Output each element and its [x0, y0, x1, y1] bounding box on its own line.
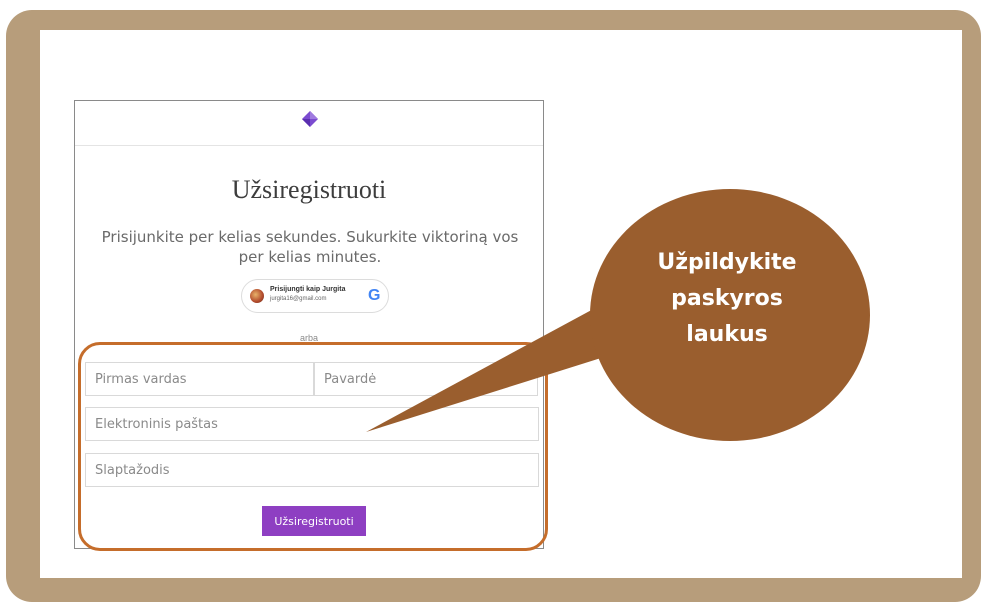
callout-bubble [366, 189, 870, 441]
callout-pointer [366, 300, 620, 432]
callout-text: Užpildykite paskyros laukus [657, 250, 797, 347]
